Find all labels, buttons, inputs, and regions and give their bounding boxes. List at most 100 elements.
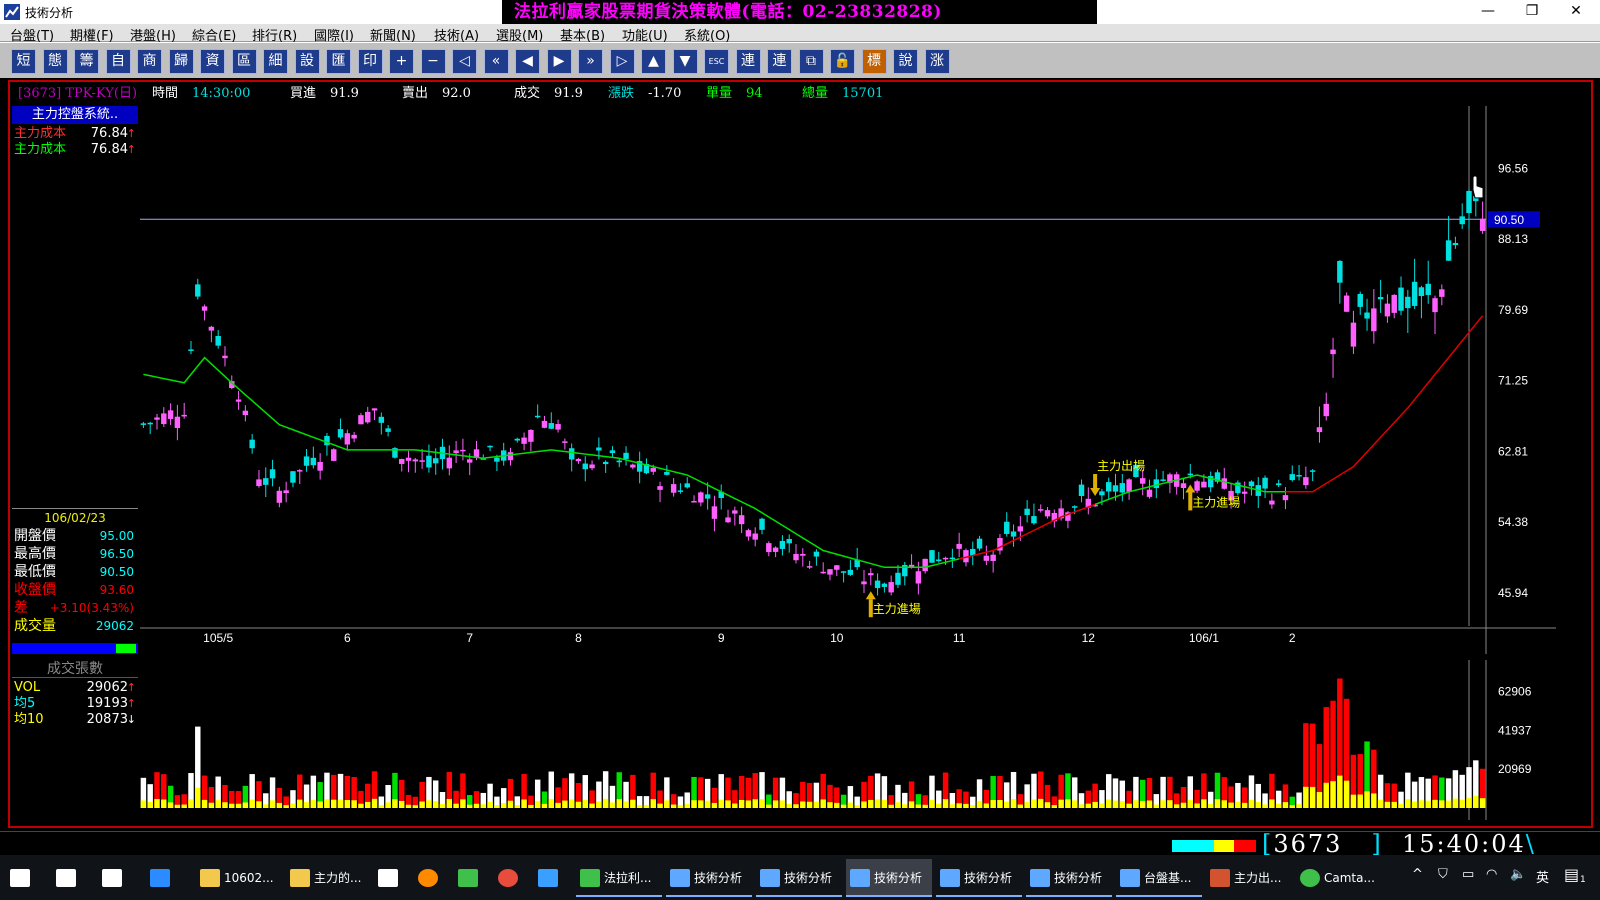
volume-bar-base <box>997 799 1003 808</box>
custom-icon[interactable]: 自 <box>105 49 131 74</box>
minimize-button[interactable]: — <box>1466 0 1510 24</box>
commodity-icon[interactable]: 商 <box>137 49 162 74</box>
search-icon <box>56 869 76 887</box>
link-icon[interactable]: 連 <box>735 49 761 74</box>
taskbar-item[interactable]: 技術分析 <box>936 859 1022 897</box>
taskbar-item[interactable]: 技術分析 <box>1026 859 1112 897</box>
task-view-icon <box>102 869 122 887</box>
volume-bar-base <box>759 799 765 808</box>
pattern-icon[interactable]: 態 <box>42 49 68 74</box>
signal-label: 主力進場 <box>873 602 921 616</box>
price-chart[interactable]: 96.56 88.13 79.69 71.25 62.81 54.38 45.94 90.50… <box>140 106 1556 654</box>
tray-chevron-icon[interactable]: ^ <box>1412 867 1423 882</box>
taskbar-item[interactable]: Camta... <box>1296 859 1382 897</box>
candle-body <box>888 582 894 593</box>
candle-body <box>1044 510 1051 517</box>
close-button[interactable]: ✕ <box>1554 0 1598 24</box>
settings-icon[interactable]: 設 <box>294 49 320 74</box>
candle-body <box>1031 516 1037 524</box>
volume-title: 成交張數 <box>12 660 138 678</box>
taskbar-item[interactable] <box>374 859 410 897</box>
window-title: 技術分析 <box>25 6 74 20</box>
volume-bar-base <box>806 801 813 808</box>
taskbar-item[interactable] <box>454 859 490 897</box>
mark-icon[interactable]: 標 <box>861 49 887 74</box>
menu-bar: 台盤(T) 期權(F) 港盤(H) 綜合(E) 排行(R) 國際(I) 新聞(N) 技術(A)… <box>0 24 1600 44</box>
volume-bar-base <box>235 803 242 808</box>
candle-body <box>1024 508 1030 515</box>
taskbar-item[interactable]: 主力出... <box>1206 859 1292 897</box>
taskbar-item[interactable] <box>494 859 530 897</box>
help-icon[interactable]: 說 <box>893 49 918 74</box>
print-icon[interactable]: 印 <box>357 49 383 74</box>
taskbar-item[interactable]: 技術分析 <box>846 859 932 897</box>
ohlc-row: 收盤價 93.60 <box>12 581 138 599</box>
restore-button[interactable]: ❐ <box>1510 0 1554 24</box>
escape-icon[interactable]: ESC <box>704 49 729 74</box>
volume-bar-base <box>351 800 357 808</box>
volume-bar-base <box>1024 802 1030 808</box>
volume-bar-base <box>480 804 487 808</box>
export-icon[interactable]: 匯 <box>326 49 351 74</box>
rewind-icon[interactable]: « <box>483 49 509 74</box>
candle-body <box>956 543 962 549</box>
candle-body <box>419 460 425 462</box>
date-tick-label: 8 <box>575 631 582 645</box>
volume-icon[interactable]: 🔈 <box>1510 867 1526 882</box>
zoom-out-icon[interactable]: − <box>420 49 446 74</box>
volume-info-panel: 成交張數 VOL 29062 ↑ 均5 19193 ↑ 均10 20873 ↓ <box>12 660 138 820</box>
category-icon[interactable]: 歸 <box>168 49 194 74</box>
volume-bar-base <box>195 787 201 808</box>
window-icon[interactable]: ⧉ <box>798 49 824 74</box>
link2-icon[interactable]: 連 <box>767 49 792 74</box>
taskbar-item[interactable]: 台盤基... <box>1116 859 1202 897</box>
shield-icon[interactable]: ⛉ <box>1438 867 1448 882</box>
taskbar-item[interactable]: 技術分析 <box>756 859 842 897</box>
volume-bar-base <box>1357 794 1363 808</box>
title-bar: 技術分析 法拉利贏家股票期貨決策軟體(電話：02-23832828) — ❐ ✕ <box>0 0 1600 24</box>
down-icon[interactable]: ▼ <box>672 49 698 74</box>
prev-icon[interactable]: ◀ <box>515 49 540 74</box>
zoom-in-icon[interactable]: + <box>389 49 414 74</box>
control-system-title[interactable]: 主力控盤系統.. <box>12 106 138 124</box>
end-icon[interactable]: ▷ <box>609 49 635 74</box>
volume-bar-base <box>229 803 235 808</box>
volume-bar-base <box>1398 803 1404 808</box>
taskbar-item[interactable] <box>146 859 182 897</box>
wifi-icon[interactable]: ◠ <box>1486 867 1497 882</box>
short-term-icon[interactable]: 短 <box>11 49 36 74</box>
back-icon[interactable]: ◁ <box>452 49 477 74</box>
rise-icon[interactable]: 涨 <box>924 49 950 74</box>
taskbar-item[interactable]: 法拉利... <box>576 859 662 897</box>
total-label: 總量 <box>802 86 829 101</box>
ask-label: 賣出 <box>402 86 429 101</box>
taskbar-item[interactable]: 技術分析 <box>666 859 752 897</box>
taskbar-item[interactable]: 主力的... <box>286 859 372 897</box>
candle-body <box>269 469 276 479</box>
language-indicator[interactable]: 英 <box>1536 867 1549 886</box>
volume-bar-base <box>1371 793 1377 808</box>
notification-icon[interactable]: ▤ <box>1564 865 1579 884</box>
taskbar-item[interactable] <box>6 859 42 897</box>
chips-icon[interactable]: 籌 <box>74 49 99 74</box>
candle-body <box>698 492 704 503</box>
battery-icon[interactable]: ▭ <box>1462 867 1474 882</box>
taskbar-item[interactable] <box>414 859 450 897</box>
zone-icon[interactable]: 區 <box>231 49 257 74</box>
taskbar-label: Camta... <box>1324 871 1375 885</box>
candle-body <box>650 467 656 472</box>
volume-chart[interactable]: 62906 41937 20969 <box>140 660 1556 820</box>
up-icon[interactable]: ▲ <box>641 49 666 74</box>
candle-body <box>1432 298 1438 313</box>
cost-label: 主力成本 <box>14 142 67 157</box>
forward-icon[interactable]: » <box>578 49 603 74</box>
next-icon[interactable]: ▶ <box>546 49 572 74</box>
taskbar-item[interactable] <box>52 859 88 897</box>
detail-icon[interactable]: 細 <box>263 49 288 74</box>
chart-icon <box>1120 869 1140 887</box>
taskbar-item[interactable] <box>534 859 570 897</box>
unlock-icon[interactable]: 🔓 <box>830 49 855 74</box>
taskbar-item[interactable] <box>98 859 134 897</box>
taskbar-item[interactable]: 10602... <box>196 859 282 897</box>
data-icon[interactable]: 資 <box>200 49 225 74</box>
